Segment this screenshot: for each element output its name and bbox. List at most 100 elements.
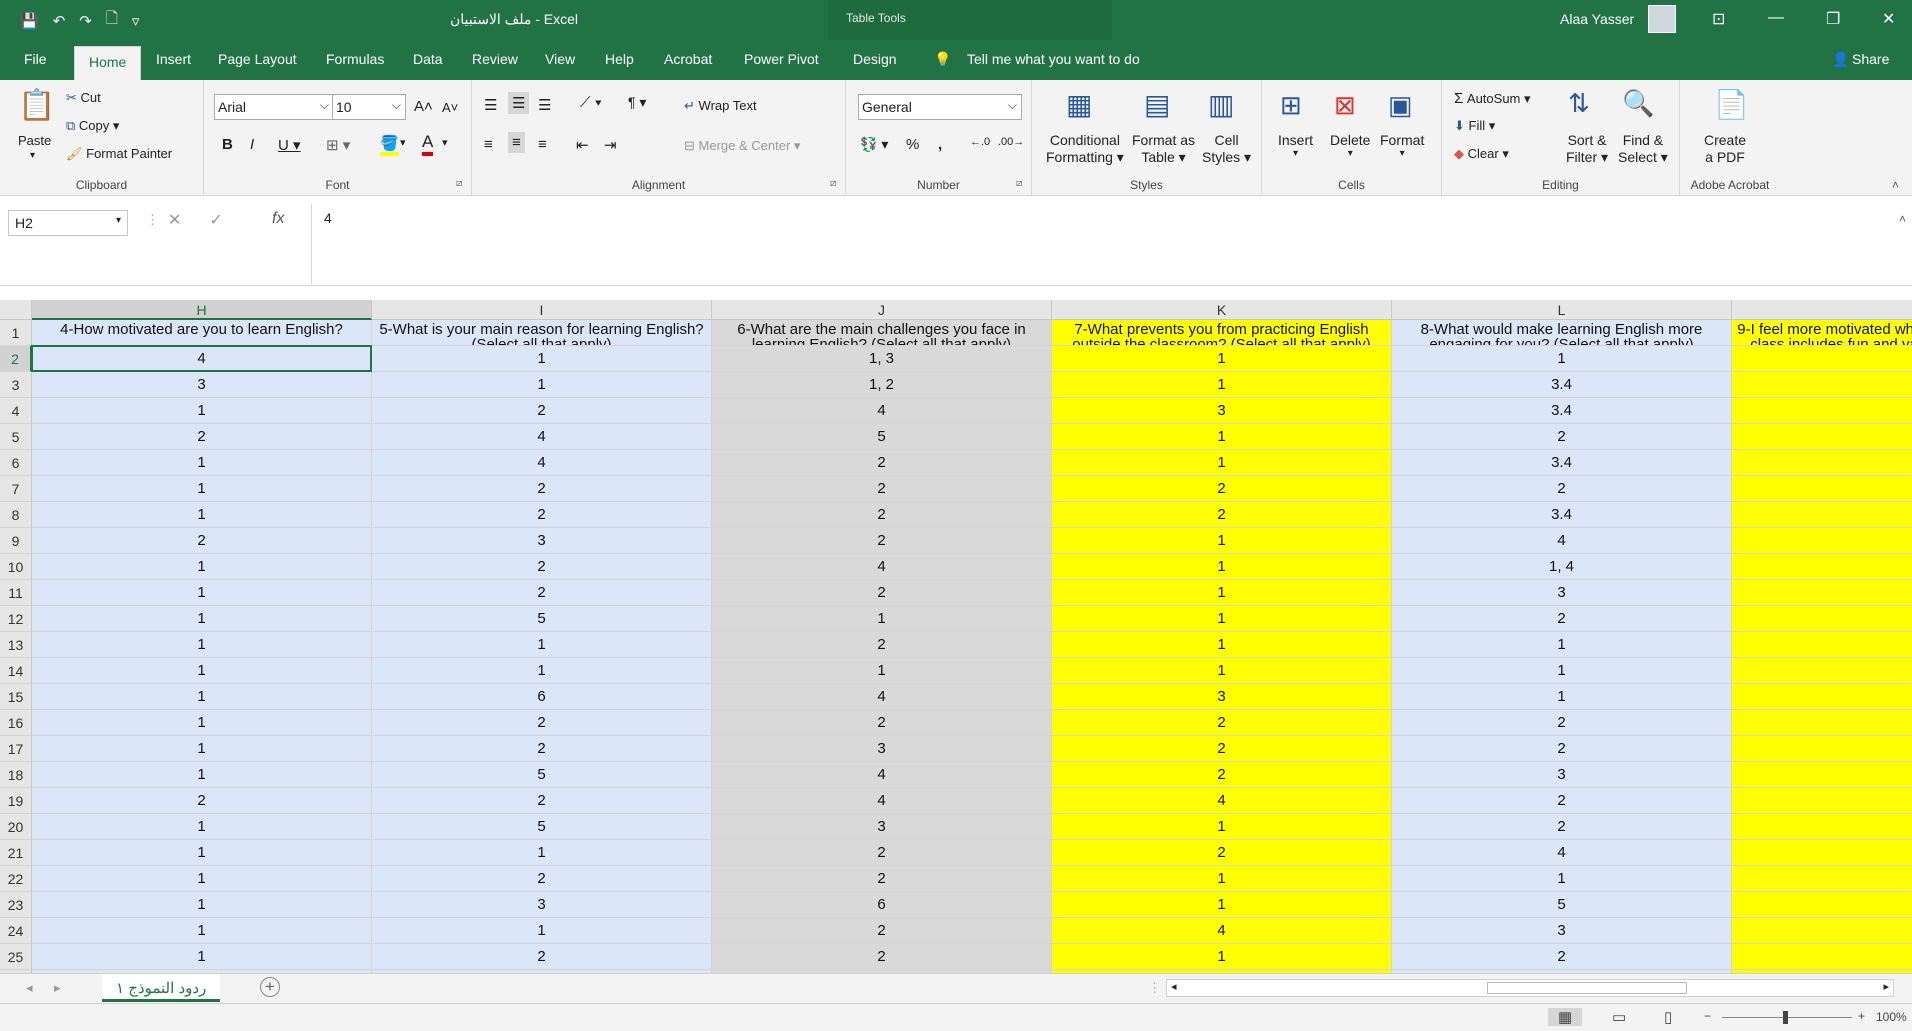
data-cell[interactable]: 1	[32, 736, 372, 762]
align-middle-icon[interactable]: ☰	[508, 92, 530, 114]
data-cell[interactable]: 4	[372, 450, 712, 476]
row-header[interactable]: 17	[0, 736, 32, 762]
data-cell[interactable]: 3.4	[1392, 398, 1732, 424]
align-bottom-icon[interactable]: ☰	[538, 96, 551, 114]
ribbon-display-icon[interactable]: ⊡	[1712, 9, 1725, 29]
data-cell[interactable]: 1	[1392, 866, 1732, 892]
align-center-icon[interactable]: ≡	[508, 132, 525, 153]
borders-icon[interactable]: ⊞ ▾	[326, 136, 350, 154]
format-cells-icon[interactable]: ▣	[1388, 90, 1413, 121]
data-cell[interactable]: 1	[32, 892, 372, 918]
orientation-icon[interactable]: ⟋ ▾	[580, 94, 602, 111]
data-cell[interactable]: 3	[1732, 918, 1912, 944]
paste-icon[interactable]: 📋	[18, 88, 55, 123]
create-pdf-icon[interactable]: 📄	[1714, 88, 1749, 121]
row-header[interactable]: 13	[0, 632, 32, 658]
data-cell[interactable]: 1	[32, 398, 372, 424]
cut-button[interactable]: ✂ Cut	[66, 90, 101, 106]
conditional-formatting-icon[interactable]: ▦	[1066, 88, 1092, 121]
data-cell[interactable]: 1	[372, 346, 712, 372]
decrease-indent-icon[interactable]: ⇤	[576, 136, 589, 154]
data-cell[interactable]: 3	[1052, 684, 1392, 710]
row-header[interactable]: 4	[0, 398, 32, 424]
data-cell[interactable]: 1	[372, 658, 712, 684]
data-cell[interactable]: 4	[1732, 346, 1912, 372]
data-cell[interactable]: 4	[1732, 814, 1912, 840]
row-header[interactable]: 22	[0, 866, 32, 892]
paste-button[interactable]: Paste	[18, 133, 51, 148]
data-cell[interactable]: 2	[1392, 944, 1732, 970]
data-cell[interactable]: 4	[712, 788, 1052, 814]
row-header[interactable]: 20	[0, 814, 32, 840]
data-cell[interactable]: 5	[1392, 892, 1732, 918]
row-header[interactable]: 21	[0, 840, 32, 866]
data-cell[interactable]: 4	[1732, 762, 1912, 788]
data-cell[interactable]: 3	[372, 892, 712, 918]
customize-qat-icon[interactable]: ▿	[132, 12, 140, 30]
data-cell[interactable]: 2	[372, 788, 712, 814]
row-header[interactable]: 15	[0, 684, 32, 710]
align-left-icon[interactable]: ≡	[484, 136, 493, 153]
data-cell[interactable]: 2	[32, 528, 372, 554]
row-header[interactable]: 19	[0, 788, 32, 814]
new-file-icon[interactable]: 🗋	[106, 8, 118, 33]
grow-font-icon[interactable]: A˄	[414, 98, 433, 115]
data-cell[interactable]: 3	[1392, 918, 1732, 944]
sheet-tab[interactable]: ردود النموذج ١	[102, 974, 221, 1002]
cancel-entry-icon[interactable]: ✕	[168, 210, 181, 230]
data-cell[interactable]: 2	[1392, 788, 1732, 814]
row-header[interactable]: 1	[0, 320, 32, 346]
data-cell[interactable]: 2	[1392, 736, 1732, 762]
data-cell[interactable]: 1	[1052, 450, 1392, 476]
increase-decimal-icon[interactable]: ←.0	[970, 136, 990, 148]
fill-color-dropdown-icon[interactable]: ▾	[400, 136, 406, 149]
share-button[interactable]: Share	[1852, 51, 1889, 67]
data-cell[interactable]: 1	[1392, 632, 1732, 658]
data-cell[interactable]: 4	[1732, 788, 1912, 814]
spreadsheet-grid[interactable]: H 4-How motivated are you to learn Englis…	[0, 300, 1912, 973]
cell-styles-icon[interactable]: ▥	[1208, 88, 1234, 121]
tell-me-search[interactable]: Tell me what you want to do	[967, 51, 1140, 67]
page-break-view-icon[interactable]: ▯	[1664, 1008, 1672, 1026]
scroll-left-icon[interactable]: ◂	[1171, 980, 1177, 993]
data-cell[interactable]: 1	[1052, 866, 1392, 892]
data-cell[interactable]: 3	[1392, 762, 1732, 788]
undo-icon[interactable]: ↶	[53, 12, 66, 30]
data-cell[interactable]: 3	[32, 372, 372, 398]
data-cell[interactable]: 1	[32, 502, 372, 528]
data-cell[interactable]: 3	[372, 528, 712, 554]
data-cell[interactable]: 1	[1392, 658, 1732, 684]
data-cell[interactable]: 2	[1392, 710, 1732, 736]
align-top-icon[interactable]: ☰	[484, 96, 497, 114]
data-cell[interactable]: 2	[1392, 606, 1732, 632]
tab-review[interactable]: Review	[472, 51, 518, 67]
select-all-corner[interactable]	[0, 300, 32, 320]
data-cell[interactable]: 5	[712, 424, 1052, 450]
increase-indent-icon[interactable]: ⇥	[604, 136, 617, 154]
data-cell[interactable]: 1	[1052, 372, 1392, 398]
data-cell[interactable]: 1	[1052, 944, 1392, 970]
data-cell[interactable]: 2	[1052, 762, 1392, 788]
data-cell[interactable]: 2	[372, 866, 712, 892]
tab-home[interactable]: Home	[74, 46, 142, 80]
data-cell[interactable]: 5	[372, 814, 712, 840]
font-name-select[interactable]: Arial ⌵	[214, 94, 334, 120]
name-box[interactable]: H2 ▾	[8, 210, 128, 236]
data-cell[interactable]: 1, 3	[712, 346, 1052, 372]
data-cell[interactable]: 1	[1052, 814, 1392, 840]
data-cell[interactable]: 1	[1052, 606, 1392, 632]
data-cell[interactable]: 2	[1052, 476, 1392, 502]
data-cell[interactable]: 1, 2	[712, 372, 1052, 398]
font-size-select[interactable]: 10 ⌵	[332, 94, 406, 120]
data-cell[interactable]: 2	[712, 918, 1052, 944]
data-cell[interactable]: 2	[32, 424, 372, 450]
insert-cells-icon[interactable]: ⊞	[1280, 90, 1302, 121]
data-cell[interactable]: 1	[32, 684, 372, 710]
tab-acrobat[interactable]: Acrobat	[664, 51, 712, 67]
row-header[interactable]: 11	[0, 580, 32, 606]
confirm-entry-icon[interactable]: ✓	[209, 210, 222, 230]
italic-icon[interactable]: I	[250, 136, 254, 153]
accounting-format-icon[interactable]: 💱 ▾	[860, 136, 888, 153]
row-header[interactable]: 14	[0, 658, 32, 684]
data-cell[interactable]: 4	[1732, 502, 1912, 528]
